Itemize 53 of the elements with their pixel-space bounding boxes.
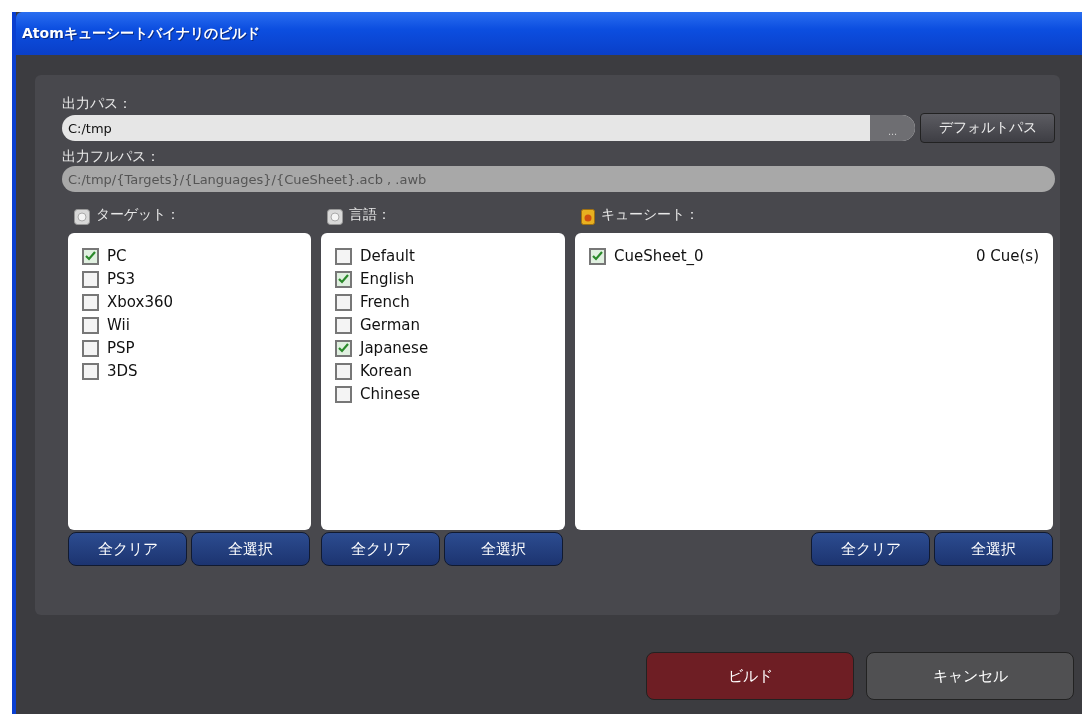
checkbox[interactable] (335, 362, 352, 380)
select-all-button[interactable]: 全選択 (191, 532, 310, 566)
sheet-icon (581, 209, 595, 225)
select-all-button[interactable]: 全選択 (444, 532, 563, 566)
section-title: ターゲット： (96, 206, 180, 222)
item-label: Xbox360 (107, 293, 174, 311)
checkbox[interactable] (82, 362, 99, 380)
checkbox[interactable] (335, 247, 352, 265)
build-button[interactable]: ビルド (646, 652, 854, 700)
checkbox[interactable] (82, 339, 99, 357)
output-path-label: 出力パス： (62, 95, 132, 111)
checkbox[interactable] (82, 316, 99, 334)
check-icon (338, 343, 349, 353)
checkbox[interactable] (82, 247, 99, 265)
default-path-button[interactable]: デフォルトパス (920, 113, 1055, 143)
section-title: キューシート： (601, 206, 699, 222)
disc-icon (74, 209, 90, 225)
checkbox[interactable] (335, 293, 352, 311)
output-path-field[interactable]: C:/tmp ... (62, 115, 915, 141)
full-path-field: C:/tmp/{Targets}/{Languages}/{CueSheet}.acb , .awb (62, 166, 1055, 192)
checkbox[interactable] (335, 270, 352, 288)
clear-all-button[interactable]: 全クリア (811, 532, 930, 566)
item-label: Chinese (360, 385, 420, 403)
item-label: English (360, 270, 415, 288)
checkbox[interactable] (335, 385, 352, 403)
disc-icon (327, 209, 343, 225)
cue-count: 0 Cue(s) (975, 247, 1039, 265)
item-label: Japanese (360, 339, 429, 357)
check-icon (592, 251, 603, 261)
item-label: PS3 (107, 270, 136, 288)
check-icon (338, 274, 349, 284)
checkbox[interactable] (589, 247, 606, 265)
checkbox[interactable] (82, 270, 99, 288)
checkbox[interactable] (82, 293, 99, 311)
checkbox[interactable] (335, 339, 352, 357)
item-label: Wii (107, 316, 130, 334)
item-label: PSP (107, 339, 135, 357)
section-title: 言語： (349, 206, 391, 222)
item-label: Korean (360, 362, 413, 380)
window-title: Atomキューシートバイナリのビルド (22, 24, 260, 43)
item-label: German (360, 316, 421, 334)
item-label: 3DS (107, 362, 138, 380)
item-label: Default (360, 247, 415, 265)
cancel-button[interactable]: キャンセル (866, 652, 1074, 700)
clear-all-button[interactable]: 全クリア (68, 532, 187, 566)
item-label: CueSheet_0 (614, 247, 704, 265)
clear-all-button[interactable]: 全クリア (321, 532, 440, 566)
full-path-label: 出力フルパス： (62, 148, 160, 164)
item-label: PC (107, 247, 127, 265)
checkbox[interactable] (335, 316, 352, 334)
select-all-button[interactable]: 全選択 (934, 532, 1053, 566)
item-label: French (360, 293, 410, 311)
check-icon (85, 251, 96, 261)
